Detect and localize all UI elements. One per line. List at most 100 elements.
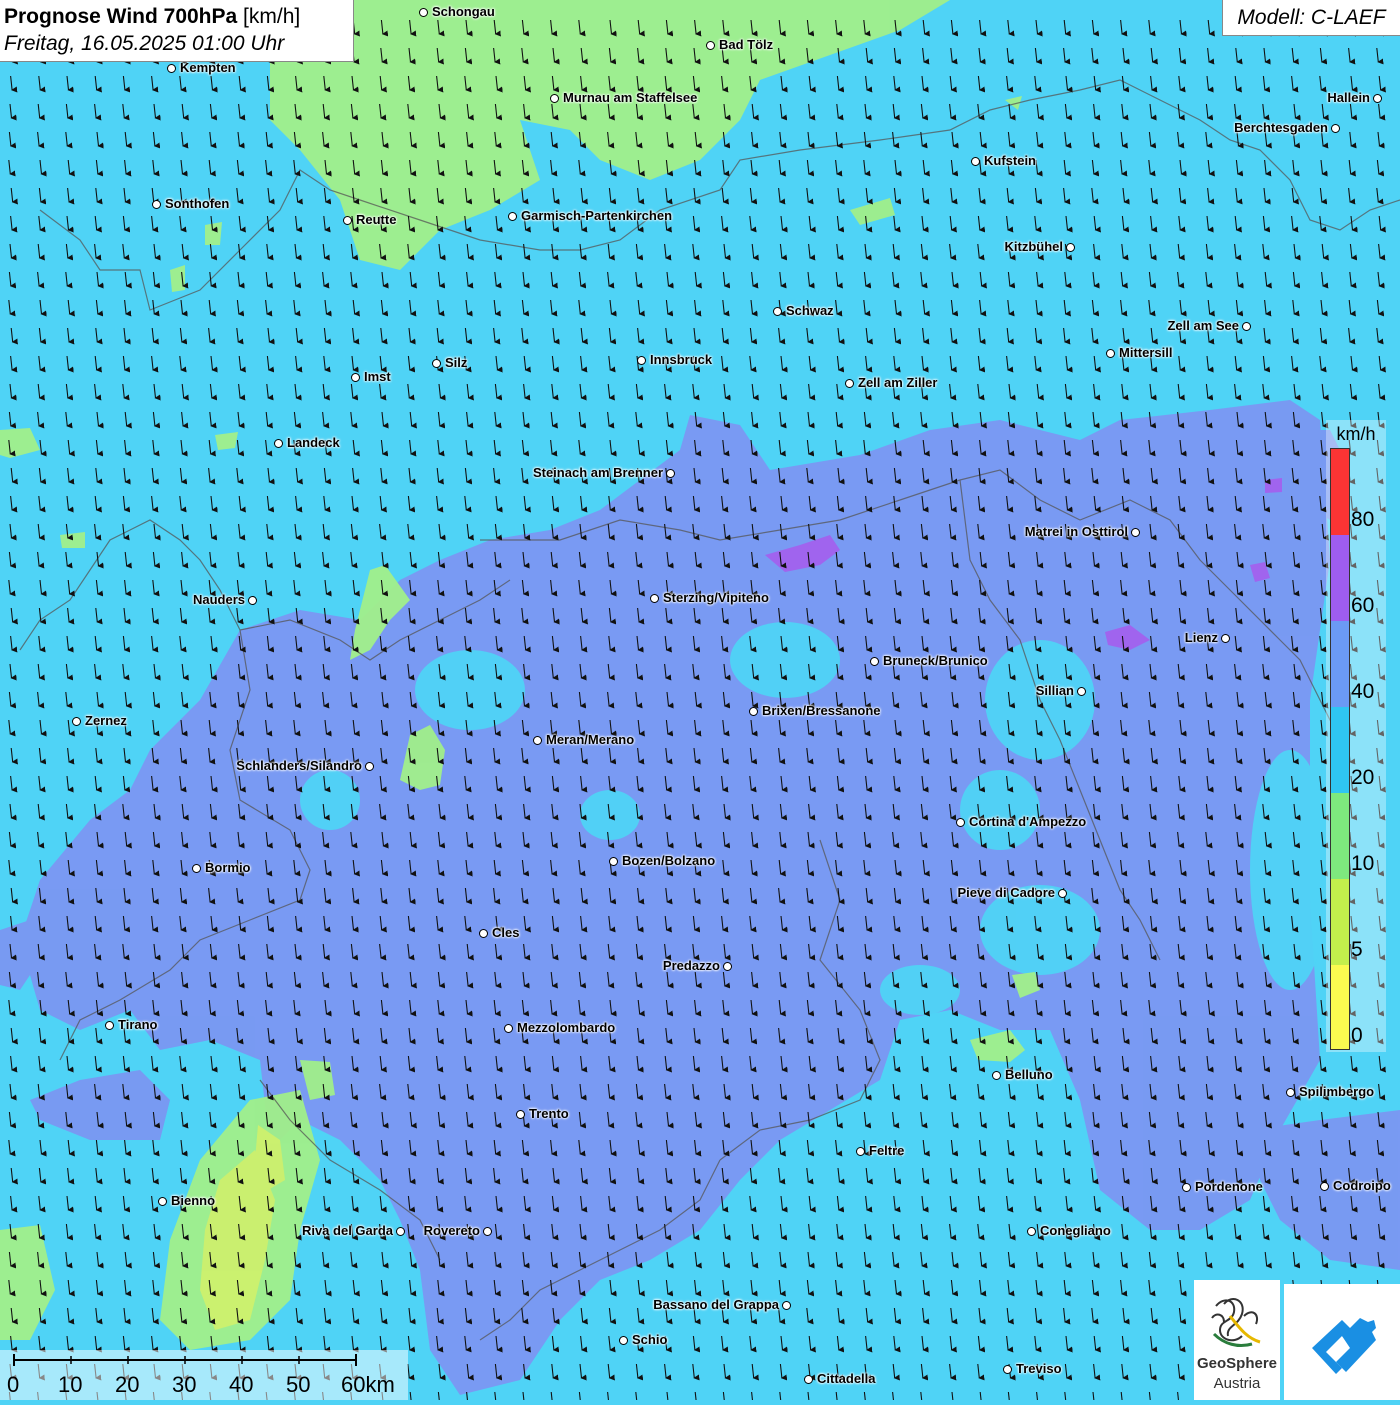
city-marker <box>351 373 360 382</box>
legend-seg-80 <box>1331 449 1349 535</box>
city-label: Meran/Merano <box>546 732 635 747</box>
city-label: Steinach am Brenner <box>532 465 663 480</box>
city-label: Berchtesgaden <box>1234 120 1328 135</box>
legend-bar <box>1330 448 1350 1050</box>
city-label: Pordenone <box>1195 1179 1263 1194</box>
city-label: Pieve di Cadore <box>957 885 1055 900</box>
city-label: Sterzing/Vipiteno <box>663 590 769 605</box>
forecast-date: Freitag, 16.05.2025 01:00 Uhr <box>4 32 285 55</box>
city-label: Nauders <box>192 592 245 607</box>
legend-seg-40 <box>1331 621 1349 707</box>
city-marker <box>666 469 675 478</box>
scale-label-20: 20 <box>115 1372 140 1397</box>
city-label: Zell am Ziller <box>858 375 938 390</box>
legend-seg-20 <box>1331 707 1349 793</box>
city-marker <box>1003 1365 1012 1374</box>
city-marker <box>1373 94 1382 103</box>
city-label: Kitzbühel <box>1004 239 1064 254</box>
city-label: Bad Tölz <box>719 37 774 52</box>
city-label: Lienz <box>1184 630 1218 645</box>
city-marker <box>274 439 283 448</box>
city-marker <box>637 356 646 365</box>
legend-label-40: 40 <box>1351 680 1375 703</box>
city-label: Mezzolombardo <box>517 1020 616 1035</box>
city-label: Kufstein <box>984 153 1036 168</box>
scale-label-60km: 60km <box>341 1372 395 1397</box>
legend-label-5: 5 <box>1351 938 1363 961</box>
legend-seg-10 <box>1331 793 1349 879</box>
legend-seg-0 <box>1331 965 1349 1049</box>
geosphere-logo-icon <box>1211 1298 1261 1348</box>
city-label: Trento <box>529 1106 569 1121</box>
city-label: Predazzo <box>662 958 720 973</box>
scale-label-10: 10 <box>58 1372 83 1397</box>
city-marker <box>105 1021 114 1030</box>
city-marker <box>650 594 659 603</box>
scale-label-30: 30 <box>172 1372 197 1397</box>
city-label: Conegliano <box>1040 1223 1111 1238</box>
city-marker <box>432 359 441 368</box>
warning-app-logo[interactable] <box>1284 1284 1400 1400</box>
city-label: Murnau am Staffelsee <box>563 90 698 105</box>
city-label: Mittersill <box>1119 345 1173 360</box>
city-marker <box>1182 1183 1191 1192</box>
city-label: Bassano del Grappa <box>653 1297 779 1312</box>
city-label: Imst <box>364 369 391 384</box>
city-label: Sillian <box>1035 683 1074 698</box>
legend-unit: km/h <box>1336 424 1376 444</box>
city-marker <box>508 212 517 221</box>
legend-label-60: 60 <box>1351 594 1375 617</box>
city-marker <box>396 1227 405 1236</box>
city-marker <box>773 307 782 316</box>
city-marker <box>533 736 542 745</box>
geosphere-name: GeoSphere <box>1196 1355 1278 1372</box>
city-marker <box>870 657 879 666</box>
city-marker <box>72 717 81 726</box>
city-label: Schlanders/Silandro <box>236 758 362 773</box>
scale-label-40: 40 <box>229 1372 254 1397</box>
scale-label-50: 50 <box>286 1372 311 1397</box>
legend-label-10: 10 <box>1351 852 1375 875</box>
city-label: Garmisch-Partenkirchen <box>521 208 673 223</box>
city-label: Sonthofen <box>165 196 230 211</box>
legend-seg-60 <box>1331 535 1349 621</box>
city-label: Cittadella <box>817 1371 876 1386</box>
city-marker <box>152 200 161 209</box>
scale-bar: 0 10 20 30 40 50 60km <box>0 1350 408 1400</box>
city-marker <box>248 596 257 605</box>
city-label: Feltre <box>869 1143 905 1158</box>
map-title-main: Prognose Wind 700hPa <box>4 5 238 28</box>
city-marker <box>749 707 758 716</box>
city-marker <box>804 1375 813 1384</box>
city-label: Riva del Garda <box>301 1223 393 1238</box>
city-label: Cortina d'Ampezzo <box>969 814 1087 829</box>
city-marker <box>992 1071 1001 1080</box>
city-marker <box>1058 889 1067 898</box>
city-marker <box>845 379 854 388</box>
city-label: Bozen/Bolzano <box>622 853 716 868</box>
city-marker <box>167 64 176 73</box>
city-marker <box>856 1147 865 1156</box>
city-label: Tirano <box>118 1017 158 1032</box>
scale-bar-ruler <box>13 1354 357 1366</box>
geosphere-subname: Austria <box>1213 1375 1261 1392</box>
city-marker <box>1242 322 1251 331</box>
city-label: Innsbruck <box>650 352 713 367</box>
city-marker <box>550 94 559 103</box>
map-title: Prognose Wind 700hPa [km/h] <box>4 3 349 30</box>
city-label: Codroipo <box>1333 1178 1391 1193</box>
city-label: Cles <box>492 925 520 940</box>
city-marker <box>1286 1088 1295 1097</box>
geosphere-logo[interactable]: GeoSphere Austria <box>1194 1280 1280 1400</box>
city-label: Treviso <box>1016 1361 1062 1376</box>
city-marker <box>483 1227 492 1236</box>
city-label: Spilimbergo <box>1299 1084 1375 1099</box>
legend-label-20: 20 <box>1351 766 1375 789</box>
city-label: Zell am See <box>1167 318 1239 333</box>
city-label: Schio <box>632 1332 668 1347</box>
city-label: Kempten <box>180 60 236 75</box>
city-label: Schongau <box>432 4 495 19</box>
color-legend: km/h 80 60 40 20 10 5 0 <box>1326 420 1386 1052</box>
city-marker <box>956 818 965 827</box>
city-marker <box>1131 528 1140 537</box>
